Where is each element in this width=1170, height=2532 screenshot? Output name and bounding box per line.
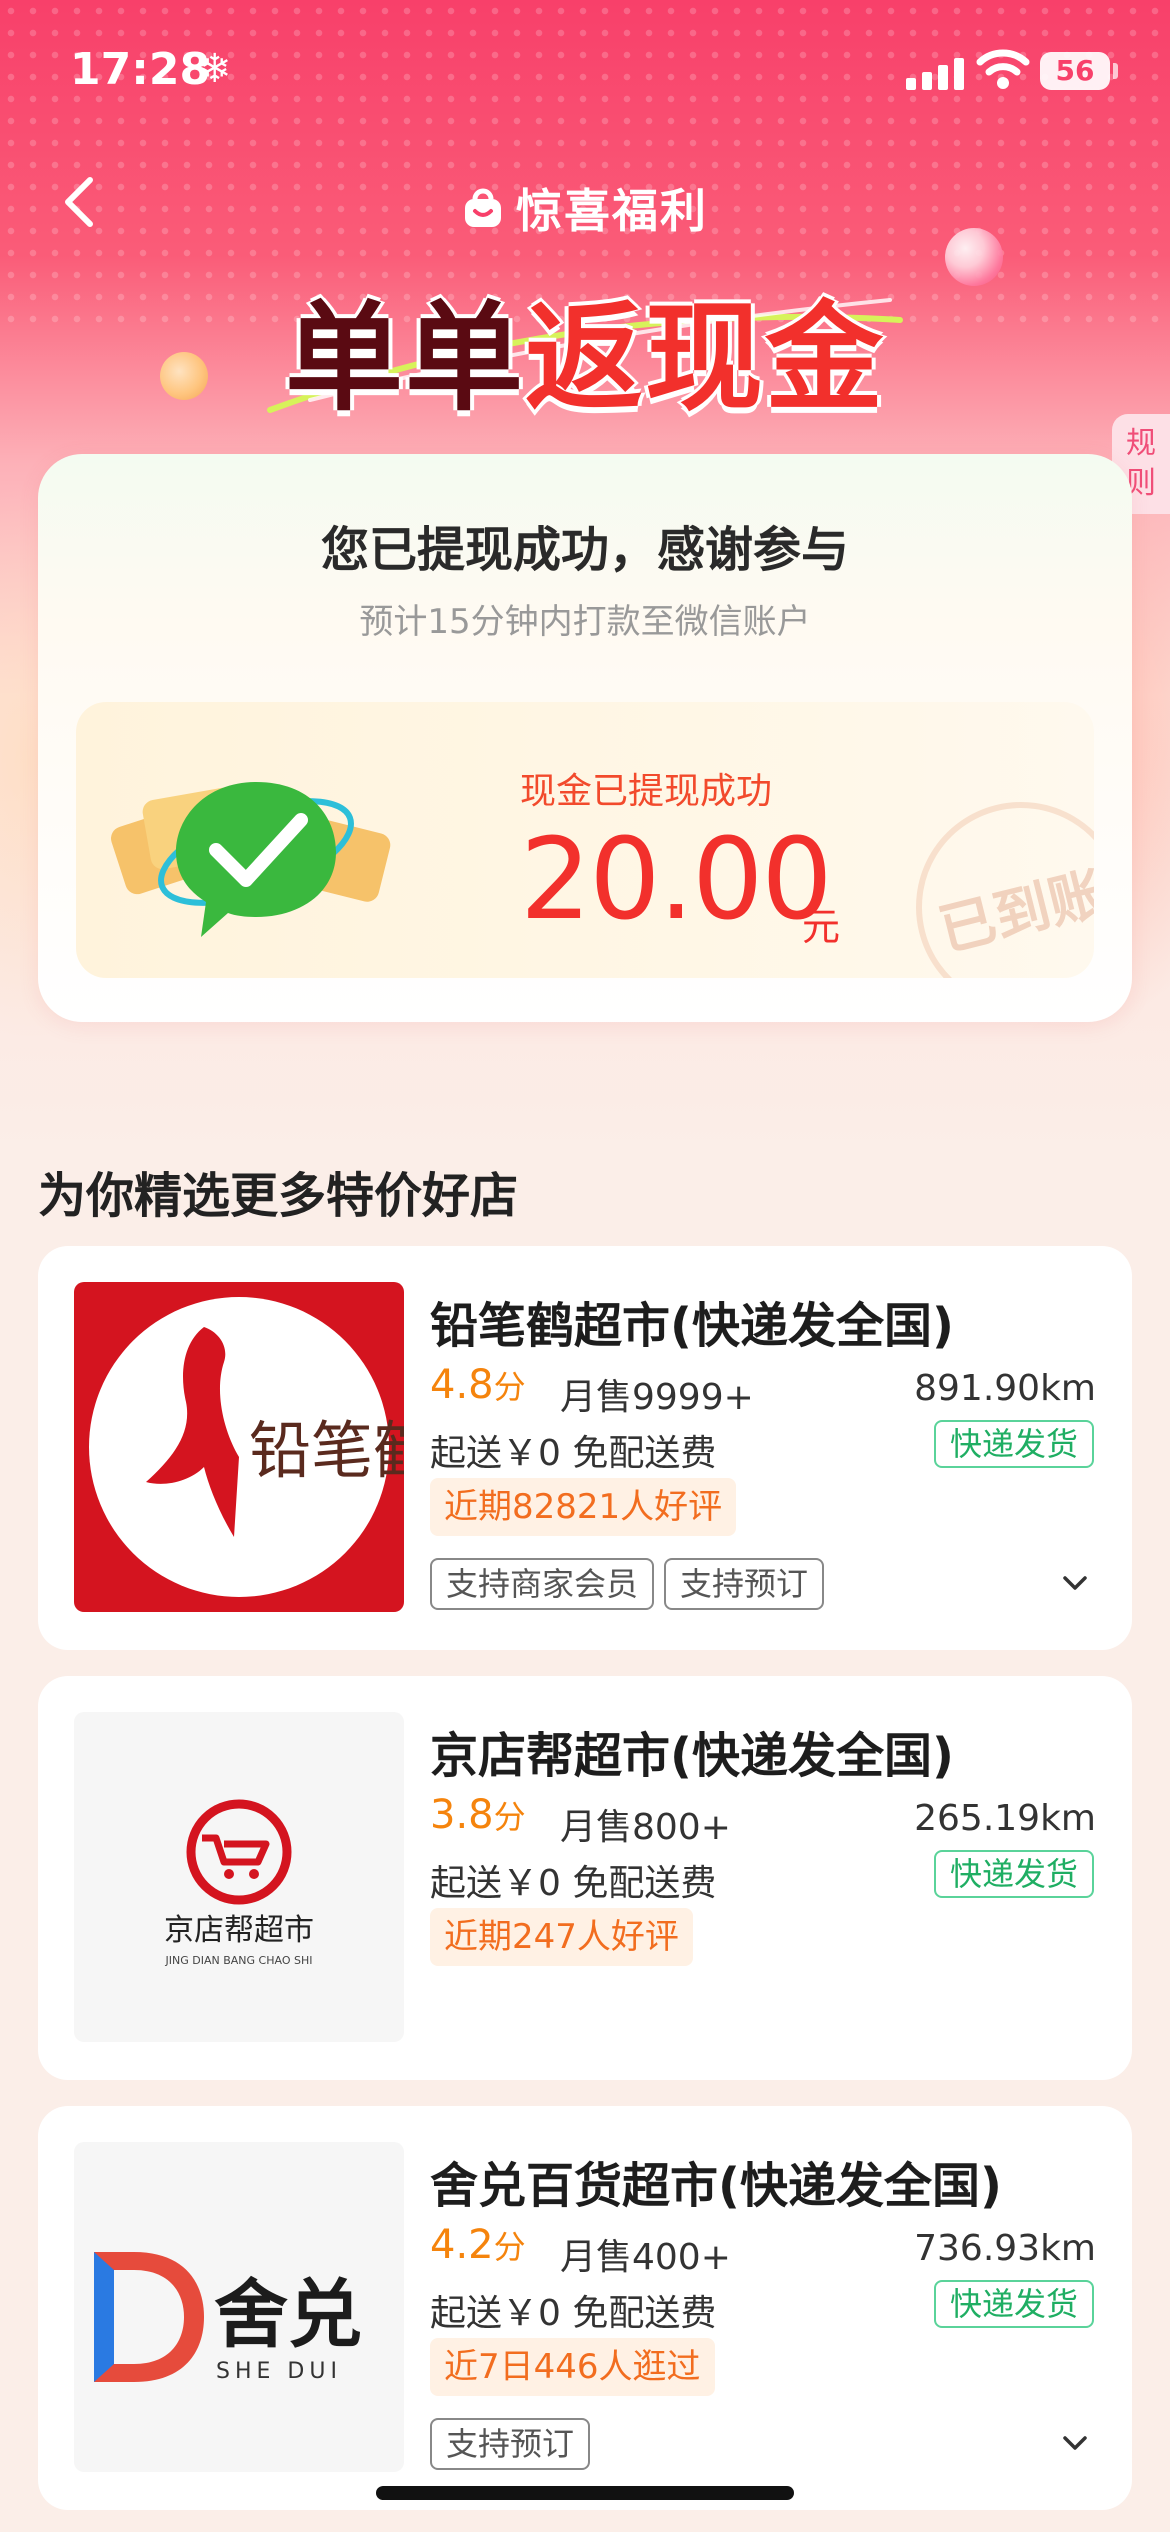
campaign-headline: 单单返现金 (0, 262, 1170, 433)
cellular-signal-icon (906, 56, 964, 90)
shop-tag: 支持商家会员 (430, 1558, 655, 1610)
cash-unit: 元 (802, 905, 841, 949)
arrived-stamp: 已到账 (893, 779, 1094, 978)
svg-text:JING DIAN BANG CHAO SHI: JING DIAN BANG CHAO SHI (165, 1954, 313, 1967)
cash-label: 现金已提现成功 (520, 771, 773, 812)
shop-tag: 支持预订 (664, 1558, 825, 1610)
success-subtitle: 预计15分钟内打款至微信账户 (359, 602, 811, 642)
shop-name: 京店帮超市(快递发全国) (430, 1728, 954, 1784)
shop-monthly-sales: 月售400+ (560, 2237, 731, 2278)
brand-text: 惊喜福利 (516, 184, 708, 238)
success-title: 您已提现成功，感谢参与 (320, 522, 849, 578)
shop-review-tag: 近期247人好评 (430, 1908, 693, 1966)
express-badge: 快递发货 (933, 1850, 1094, 1898)
headline-part2: 返现金 (525, 289, 886, 427)
shop-name: 舍兑百货超市(快递发全国) (430, 2158, 1002, 2214)
battery-indicator: 56 (1040, 52, 1110, 90)
cash-amount: 20.00 (520, 815, 833, 945)
shop-delivery-fee: 起送￥0 免配送费 (430, 1433, 717, 1474)
shop-distance: 265.19km (914, 1798, 1096, 1839)
battery-tip (1113, 63, 1118, 79)
shop-rating: 4.8分 (430, 1362, 526, 1408)
headline-part1: 单单 (284, 289, 525, 427)
shop-logo-graphic: 铅笔鹤 (89, 1297, 404, 1597)
wechat-success-icon (110, 782, 391, 937)
wifi-icon (976, 49, 1030, 89)
shop-review-tag: 近7日446人逛过 (430, 2338, 715, 2396)
shop-rating: 4.2分 (430, 2222, 526, 2268)
express-badge: 快递发货 (933, 2280, 1094, 2328)
cash-box: 现金已提现成功 20.00 元 已到账 (76, 702, 1094, 978)
chevron-left-icon[interactable] (52, 172, 112, 232)
express-badge: 快递发货 (933, 1420, 1094, 1468)
chevron-down-icon[interactable] (1058, 2426, 1092, 2460)
shop-logo-graphic: 京店帮超市 JING DIAN BANG CHAO SHI (164, 1799, 314, 1967)
gift-bag-icon (465, 188, 501, 227)
shop-monthly-sales: 月售9999+ (560, 1377, 754, 1418)
shop-monthly-sales: 月售800+ (560, 1807, 731, 1848)
shop-logo: 铅笔鹤 (74, 1282, 404, 1612)
svg-text:SHE DUI: SHE DUI (216, 2359, 342, 2384)
shop-rating: 3.8分 (430, 1792, 526, 1838)
shop-tag: 支持预订 (430, 2418, 591, 2470)
svg-text:京店帮超市: 京店帮超市 (164, 1913, 314, 1948)
svg-text:舍兑: 舍兑 (214, 2272, 362, 2358)
shop-logo: 舍兑 SHE DUI (74, 2142, 404, 2472)
shop-card[interactable]: 舍兑 SHE DUI 舍兑百货超市(快递发全国) 4.2分 月售400+ 736… (38, 2106, 1132, 2510)
brand-title: 惊喜福利 (460, 178, 708, 238)
snowflake-icon: ❄ (198, 46, 232, 92)
section-title: 为你精选更多特价好店 (38, 1168, 519, 1224)
shop-logo: 京店帮超市 JING DIAN BANG CHAO SHI (74, 1712, 404, 2042)
shop-distance: 736.93km (914, 2228, 1096, 2269)
shop-tags: 支持预订 (430, 2418, 591, 2470)
shop-distance: 891.90km (914, 1368, 1096, 1409)
withdraw-success-card: 您已提现成功，感谢参与 预计15分钟内打款至微信账户 现金已提现成功 20.00… (38, 454, 1132, 1022)
shop-review-tag: 近期82821人好评 (430, 1478, 737, 1536)
shop-tags: 支持商家会员 支持预订 (430, 1558, 825, 1610)
chevron-down-icon[interactable] (1058, 1566, 1092, 1600)
home-indicator (376, 2486, 794, 2500)
shop-card[interactable]: 铅笔鹤 铅笔鹤超市(快递发全国) 4.8分 月售9999+ 891.90km 起… (38, 1246, 1132, 1650)
shop-logo-graphic: 舍兑 SHE DUI (94, 2252, 362, 2384)
shop-card[interactable]: 京店帮超市 JING DIAN BANG CHAO SHI 京店帮超市(快递发全… (38, 1676, 1132, 2080)
shop-name: 铅笔鹤超市(快递发全国) (430, 1298, 954, 1354)
shop-delivery-fee: 起送￥0 免配送费 (430, 2293, 717, 2334)
svg-text:铅笔鹤: 铅笔鹤 (249, 1414, 404, 1487)
shop-delivery-fee: 起送￥0 免配送费 (430, 1863, 717, 1904)
status-time: 17:28 (70, 44, 211, 95)
